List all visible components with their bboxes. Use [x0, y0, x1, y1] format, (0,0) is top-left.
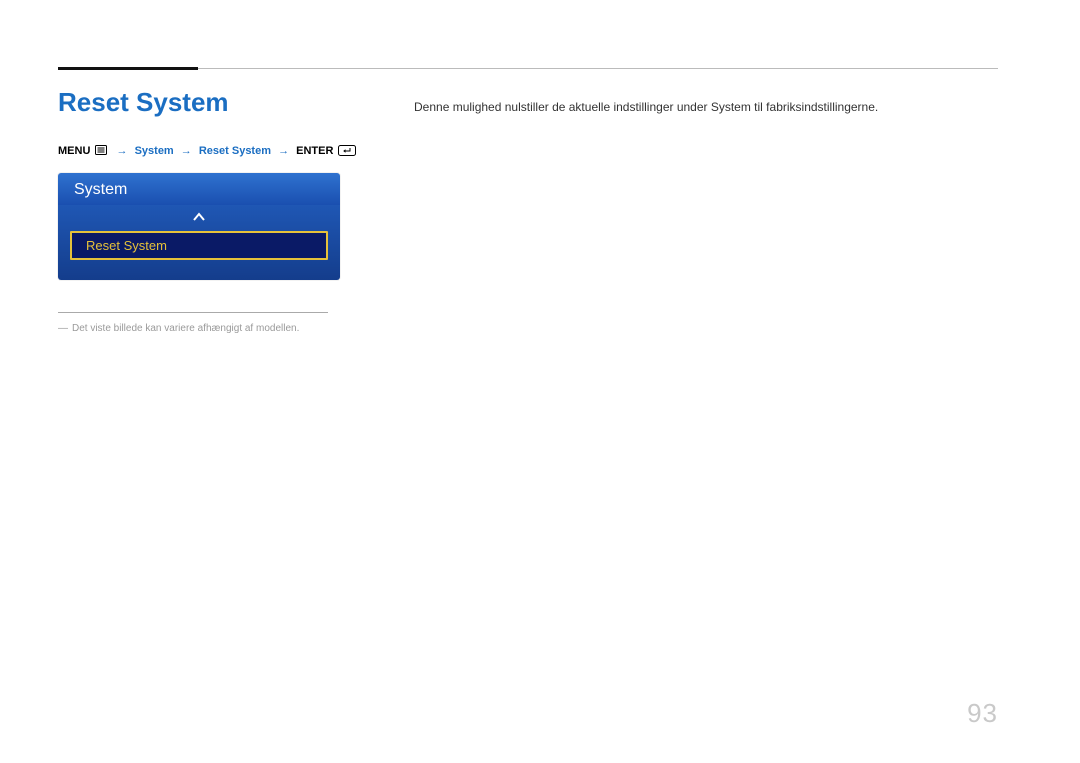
left-column: Reset System MENU → System → Reset Syste… [58, 88, 358, 334]
breadcrumb-enter-label: ENTER [296, 145, 333, 157]
page-number: 93 [967, 698, 998, 729]
breadcrumb-menu-label: MENU [58, 145, 90, 157]
breadcrumb-arrow: → [278, 145, 289, 157]
footnote-text: Det viste billede kan variere afhængigt … [72, 323, 299, 334]
section-title: Reset System [58, 88, 358, 117]
right-column: Denne mulighed nulstiller de aktuelle in… [414, 88, 998, 334]
footnote-dash: ― [58, 323, 68, 334]
breadcrumb-step-system: System [135, 145, 174, 157]
footnote-rule [58, 312, 328, 313]
osd-panel: System Reset System [58, 173, 340, 280]
osd-panel-title: System [58, 173, 340, 205]
description-text: Denne mulighed nulstiller de aktuelle in… [414, 98, 998, 116]
content-area: Reset System MENU → System → Reset Syste… [58, 58, 998, 334]
enter-icon [338, 145, 356, 159]
breadcrumb-step-reset: Reset System [199, 145, 271, 157]
osd-item-reset-system[interactable]: Reset System [70, 231, 328, 260]
breadcrumb-arrow: → [117, 145, 128, 157]
menu-icon [95, 145, 107, 155]
scroll-up-icon[interactable] [70, 211, 328, 231]
breadcrumb-arrow: → [181, 145, 192, 157]
osd-panel-body: Reset System [58, 205, 340, 280]
menu-breadcrumb: MENU → System → Reset System → ENTER [58, 145, 358, 159]
footnote: ― Det viste billede kan variere afhængigt… [58, 323, 358, 334]
manual-page: Reset System MENU → System → Reset Syste… [0, 0, 1080, 763]
